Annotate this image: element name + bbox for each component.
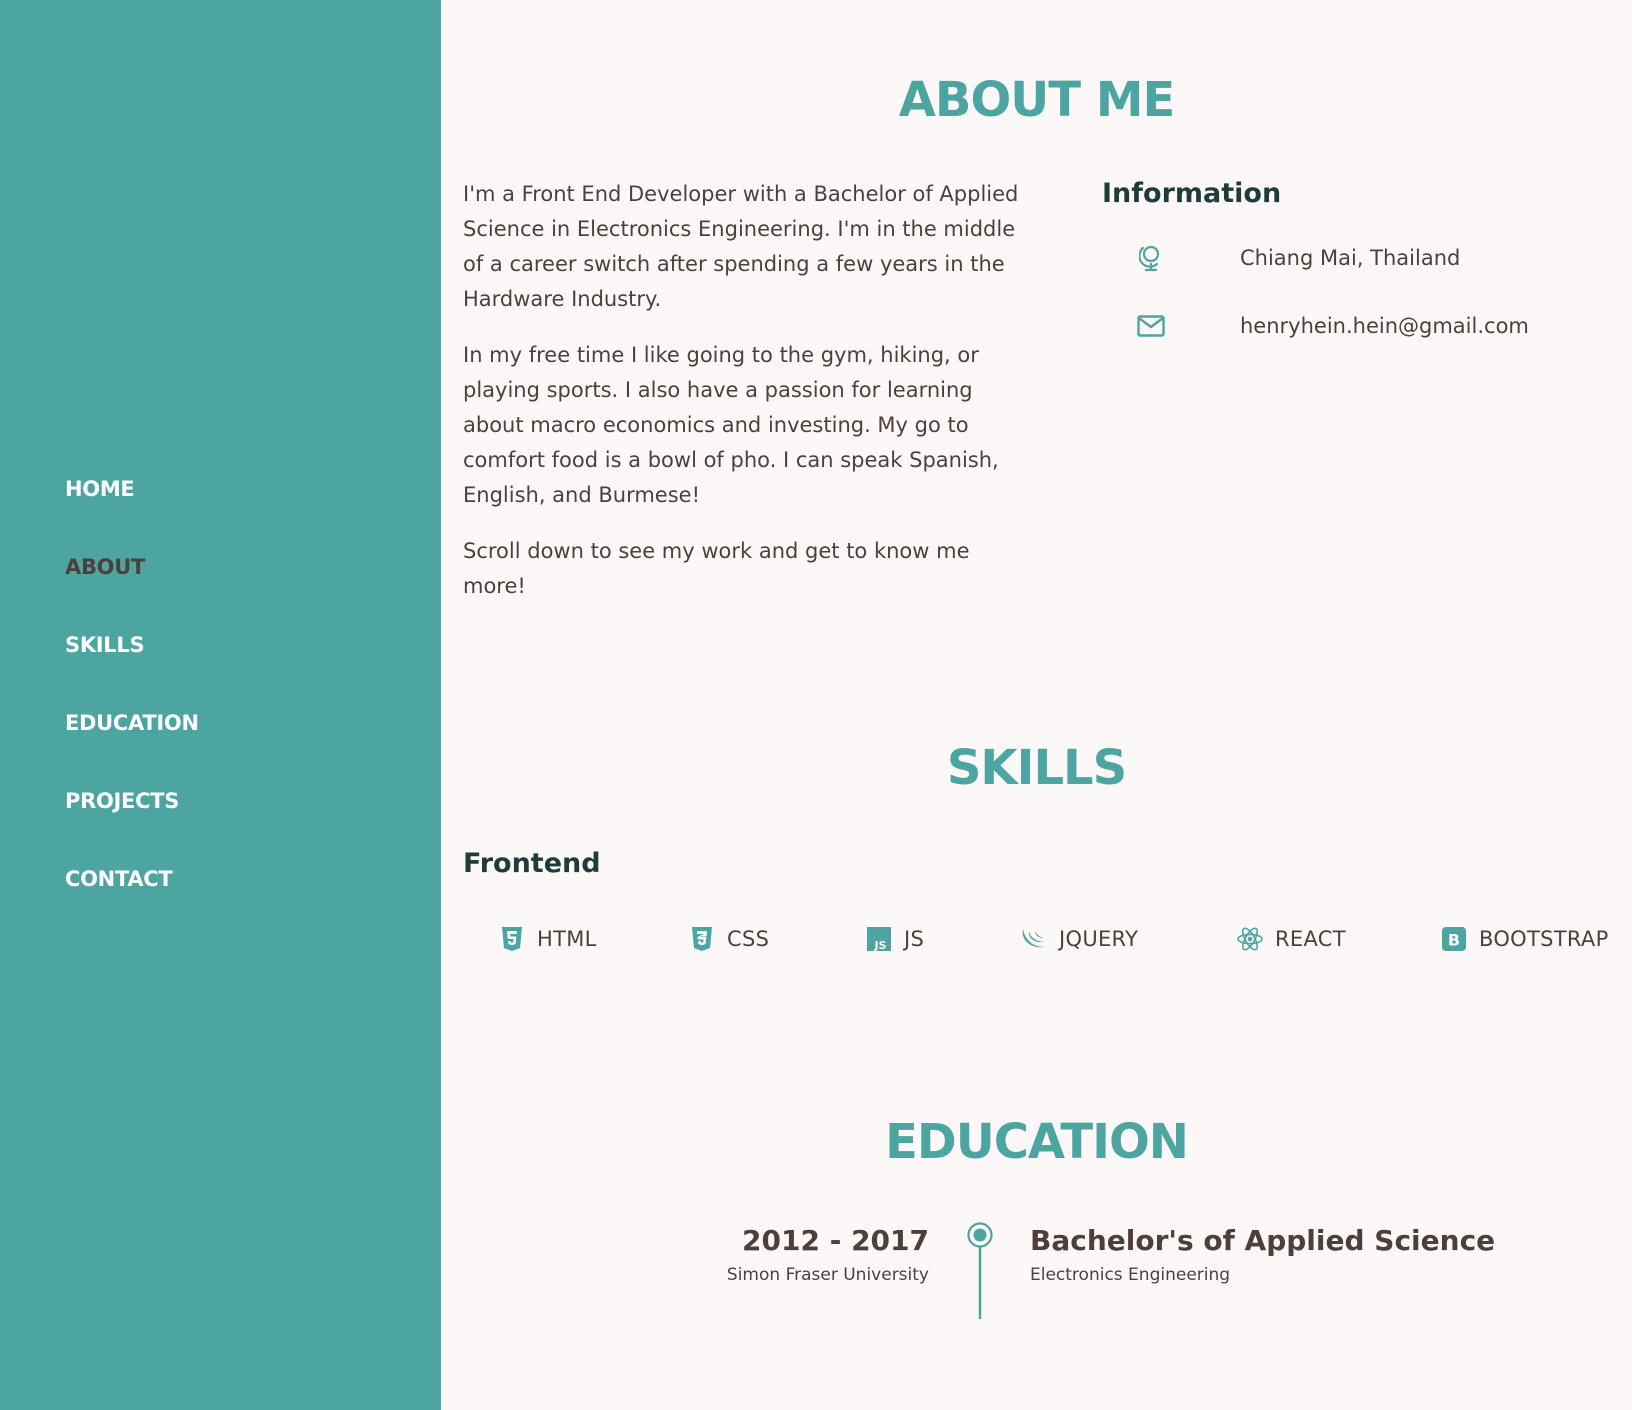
- svg-text:B: B: [1448, 931, 1460, 950]
- skill-jquery: JQUERY: [1020, 922, 1138, 956]
- frontend-title: Frontend: [463, 848, 601, 879]
- about-text: I'm a Front End Developer with a Bachelo…: [463, 177, 1028, 625]
- information-title: Information: [1102, 178, 1282, 209]
- nav-projects-link[interactable]: PROJECTS: [65, 789, 179, 813]
- nav-contact-link[interactable]: CONTACT: [65, 867, 173, 891]
- skill-label: JQUERY: [1059, 927, 1139, 951]
- skills-title: SKILLS: [946, 740, 1127, 796]
- svg-text:JS: JS: [873, 939, 886, 952]
- nav-skills-link[interactable]: SKILLS: [65, 633, 145, 657]
- education-field: Electronics Engineering: [1030, 1265, 1231, 1285]
- sidebar-nav: HOME ABOUT SKILLS EDUCATION PROJECTS CON…: [65, 470, 199, 938]
- skill-html: HTML: [498, 922, 597, 956]
- location-row: Chiang Mai, Thailand: [1134, 241, 1460, 275]
- education-entry-right: Bachelor's of Applied Science Electronic…: [1030, 1223, 1495, 1287]
- html5-icon: [498, 925, 526, 953]
- main-content: ABOUT ME I'm a Front End Developer with …: [441, 0, 1632, 1410]
- email-row: henryhein.hein@gmail.com: [1134, 309, 1529, 343]
- timeline-marker-icon: [967, 1222, 993, 1319]
- skill-label: HTML: [537, 927, 597, 951]
- email-text[interactable]: henryhein.hein@gmail.com: [1240, 314, 1529, 338]
- about-paragraph: In my free time I like going to the gym,…: [463, 343, 999, 507]
- education-school: Simon Fraser University: [726, 1265, 929, 1285]
- skill-react: REACT: [1236, 922, 1346, 956]
- education-title: EDUCATION: [885, 1114, 1189, 1170]
- nav-home-link[interactable]: HOME: [65, 477, 135, 501]
- education-entry-left: 2012 - 2017 Simon Fraser University: [727, 1223, 929, 1287]
- skill-bootstrap: B BOOTSTRAP: [1440, 922, 1609, 956]
- skill-label: CSS: [727, 927, 770, 951]
- jquery-icon: [1020, 925, 1048, 953]
- skill-label: REACT: [1275, 927, 1346, 951]
- education-degree: Bachelor's of Applied Science: [1030, 1224, 1496, 1257]
- globe-icon: [1134, 244, 1168, 272]
- react-icon: [1236, 925, 1264, 953]
- about-title: ABOUT ME: [898, 72, 1176, 128]
- bootstrap-icon: B: [1440, 925, 1468, 953]
- nav-education-link[interactable]: EDUCATION: [65, 711, 199, 735]
- skill-css: CSS: [688, 922, 769, 956]
- sidebar: HOME ABOUT SKILLS EDUCATION PROJECTS CON…: [0, 0, 441, 1410]
- skill-js: JS JS: [865, 922, 924, 956]
- education-years: 2012 - 2017: [742, 1224, 929, 1257]
- about-paragraph: Scroll down to see my work and get to kn…: [463, 539, 970, 598]
- js-icon: JS: [865, 925, 893, 953]
- skill-label: BOOTSTRAP: [1479, 927, 1609, 951]
- about-paragraph: I'm a Front End Developer with a Bachelo…: [463, 182, 1019, 311]
- css3-icon: [688, 925, 716, 953]
- location-text: Chiang Mai, Thailand: [1240, 246, 1461, 270]
- nav-about-link[interactable]: ABOUT: [65, 555, 145, 579]
- envelope-icon: [1134, 315, 1168, 337]
- skill-label: JS: [904, 927, 925, 951]
